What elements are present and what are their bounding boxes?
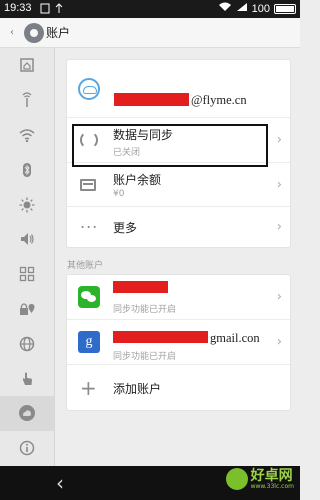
chevron-right-icon: › [276,289,282,305]
balance-value: ¥0 [113,189,125,199]
sync-icon [80,131,98,149]
sidebar-item-language[interactable] [0,326,54,361]
chevron-right-icon: › [276,132,282,148]
sidebar-item-bluetooth[interactable] [0,152,54,187]
page-title: 账户 [46,26,71,40]
gear-icon [24,22,44,43]
sidebar-item-apps[interactable] [0,257,54,292]
status-time: 19:33 [4,2,32,14]
title-bar: ‹ 账户 [0,18,300,48]
chevron-right-icon: › [276,219,282,235]
sidebar [0,48,55,466]
sidebar-item-gestures[interactable] [0,361,54,396]
wifi-icon [18,126,36,144]
watermark-url: www.33lc.com [250,482,294,490]
bluetooth-icon [18,161,36,179]
other-accounts-panel: 同步功能已开启 › g gmail.con 同步功能已开启 › + 添加账户 [67,275,290,410]
chevron-right-icon: › [276,334,282,350]
wechat-icon [78,286,102,308]
sidebar-item-wifi[interactable] [0,118,54,153]
watermark: 好卓网 www.33lc.com [225,467,294,490]
info-icon [18,439,36,457]
sidebar-item-mobile-network[interactable] [0,83,54,118]
card-icon [80,178,96,191]
redacted-wechat-name [113,281,168,293]
sidebar-item-sound[interactable] [0,222,54,257]
status-bar: 19:33 100 [0,0,300,18]
add-account-row[interactable]: + 添加账户 [67,365,290,410]
google-account-row[interactable]: g gmail.con 同步功能已开启 › [67,320,290,365]
wifi-status-icon [218,2,232,15]
hand-icon [18,370,36,388]
cell-signal-icon [236,2,248,15]
battery-level: 100 [251,2,270,15]
sync-label: 数据与同步 [113,128,174,142]
redacted-username [114,93,189,106]
chevron-right-icon: › [276,177,282,192]
battery-icon [274,3,296,14]
lock-location-icon [18,300,36,318]
sidebar-item-display[interactable] [0,187,54,222]
balance-row[interactable]: 账户余额 ¥0 › [67,163,290,207]
main-content: @flyme.cn 数据与同步 已关闭 › 账户余额 ¥0 › ··· 更多 ›… [67,60,290,410]
account-email-suffix: @flyme.cn [191,93,247,107]
back-arrow-icon[interactable]: ‹ [56,471,64,495]
flyme-cloud-icon [78,77,102,100]
signal-icon [18,91,36,109]
chevron-left-icon: ‹ [10,27,14,38]
wechat-account-row[interactable]: 同步功能已开启 › [67,275,290,320]
sidebar-item-home[interactable] [0,48,54,83]
sidebar-item-about[interactable] [0,431,54,466]
watermark-logo-icon [225,468,248,490]
sync-row[interactable]: 数据与同步 已关闭 › [67,118,290,163]
volume-icon [18,230,36,248]
bottom-nav-bar: ‹ 好卓网 www.33lc.com [0,466,300,500]
flyme-account-row[interactable]: @flyme.cn [67,60,290,118]
cloud-icon [18,404,36,422]
brightness-icon [18,196,36,214]
other-accounts-heading: 其他账户 [67,261,104,271]
more-label: 更多 [113,221,138,235]
home-icon [18,56,36,74]
usb-icon [54,3,64,14]
gmail-email-suffix: gmail.con [210,331,260,345]
google-icon: g [78,331,102,353]
back-button[interactable]: ‹ [0,18,24,48]
balance-label: 账户余额 [113,173,162,187]
more-dots-icon: ··· [80,217,99,237]
flyme-account-panel: @flyme.cn 数据与同步 已关闭 › 账户余额 ¥0 › ··· 更多 › [67,60,290,247]
redacted-gmail-username [113,331,208,343]
plus-icon: + [80,375,97,400]
grid-icon [18,265,36,283]
watermark-name: 好卓网 [250,467,293,484]
notification-icon [40,3,50,14]
sidebar-item-accounts[interactable] [0,395,54,431]
sidebar-item-security-location[interactable] [0,292,54,327]
add-account-label: 添加账户 [113,382,162,396]
wechat-sync-status: 同步功能已开启 [113,305,177,315]
more-row[interactable]: ··· 更多 › [67,207,290,247]
sync-status: 已关闭 [113,148,141,158]
google-sync-status: 同步功能已开启 [113,352,177,362]
globe-icon [18,335,36,353]
